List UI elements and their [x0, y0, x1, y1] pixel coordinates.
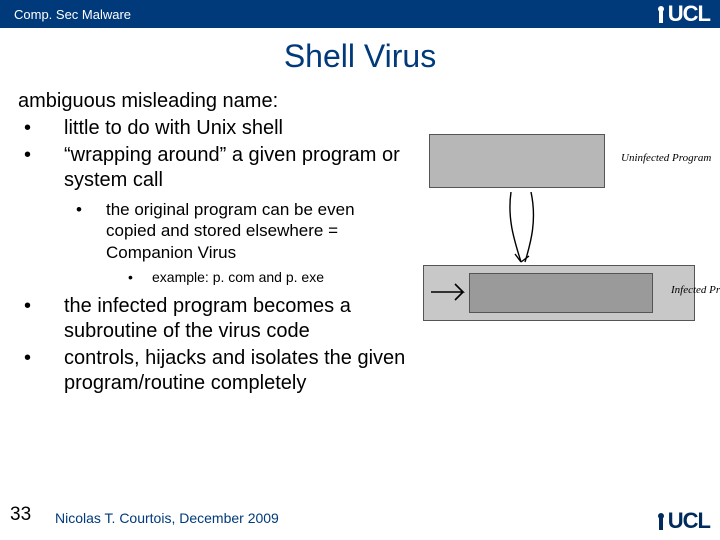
lead-text: ambiguous misleading name: — [18, 89, 710, 114]
bullet-icon: • — [18, 294, 64, 344]
bullet-text: the original program can be even copied … — [106, 199, 406, 263]
virus-diagram: Uninfected Program Infected Program — [423, 132, 718, 362]
page-number: 33 — [10, 504, 31, 526]
bullet-text: “wrapping around” a given program or sys… — [64, 143, 414, 193]
tower-icon — [655, 4, 667, 24]
bullet-text: example: p. com and p. exe — [152, 269, 324, 287]
footer-author: Nicolas T. Courtois, December 2009 — [55, 510, 279, 526]
bullet-text: little to do with Unix shell — [64, 116, 414, 141]
page-title: Shell Virus — [0, 38, 720, 75]
header-bar: Comp. Sec Malware UCL — [0, 0, 720, 28]
breadcrumb: Comp. Sec Malware — [14, 7, 131, 22]
ucl-logo-top: UCL — [655, 1, 710, 27]
ucl-logo-text: UCL — [668, 508, 710, 534]
arrow-down-icon — [501, 192, 551, 270]
infected-label: Infected Program — [671, 284, 720, 296]
tower-icon — [655, 511, 667, 531]
ucl-logo-text: UCL — [668, 1, 710, 27]
infected-inner-box — [469, 273, 653, 313]
bullet-icon: • — [18, 116, 64, 141]
bullet-text: controls, hijacks and isolates the given… — [64, 346, 414, 396]
uninfected-box — [429, 134, 605, 188]
bullet-icon: • — [18, 143, 64, 193]
bullet-text: the infected program becomes a subroutin… — [64, 294, 414, 344]
uninfected-label: Uninfected Program — [621, 152, 711, 164]
ucl-logo-bottom: UCL — [655, 508, 710, 534]
bullet-icon: • — [76, 199, 106, 263]
bullet-icon: • — [128, 269, 152, 287]
arrow-right-icon — [429, 276, 473, 310]
bullet-icon: • — [18, 346, 64, 396]
